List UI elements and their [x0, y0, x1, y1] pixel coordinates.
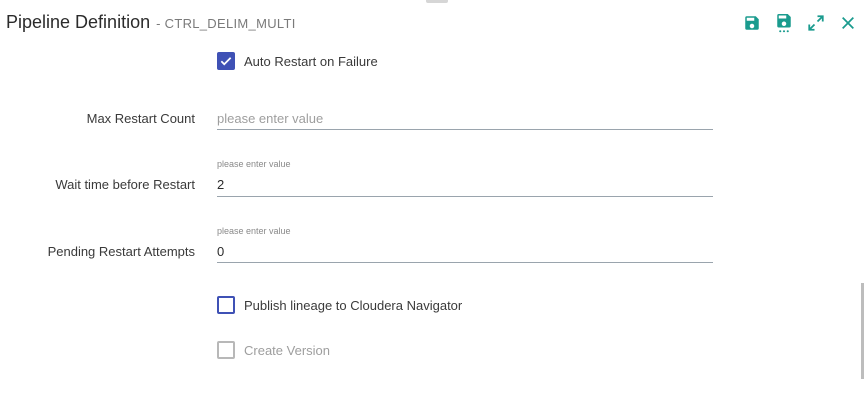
pending-restart-field: please enter value [217, 225, 713, 265]
wait-time-label: Wait time before Restart [55, 177, 195, 192]
publish-lineage-label: Publish lineage to Cloudera Navigator [244, 297, 463, 313]
publish-lineage-checkbox[interactable] [217, 296, 235, 314]
max-restart-count-label: Max Restart Count [86, 111, 195, 126]
drag-handle[interactable] [426, 0, 448, 3]
save-all-icon [777, 14, 791, 33]
max-restart-count-input[interactable] [217, 107, 713, 129]
pending-restart-label: Pending Restart Attempts [47, 244, 195, 259]
auto-restart-checkbox[interactable] [217, 52, 235, 70]
max-restart-count-underline [217, 129, 713, 130]
wait-time-input[interactable] [217, 173, 713, 195]
pending-restart-input[interactable] [217, 240, 713, 262]
expand-icon [808, 15, 824, 31]
wait-time-underline [217, 196, 713, 197]
header-toolbar [736, 10, 864, 36]
save-button[interactable] [736, 10, 768, 36]
max-restart-count-field [217, 104, 713, 132]
close-button[interactable] [832, 10, 864, 36]
expand-button[interactable] [800, 10, 832, 36]
save-all-button[interactable] [768, 10, 800, 36]
pipeline-name: - CTRL_DELIM_MULTI [156, 16, 296, 31]
wait-time-field: please enter value [217, 158, 713, 198]
create-version-label: Create Version [244, 342, 330, 358]
close-icon [842, 17, 854, 29]
save-icon [745, 16, 759, 30]
pending-restart-float-label: please enter value [217, 226, 291, 236]
wait-time-float-label: please enter value [217, 159, 291, 169]
auto-restart-option[interactable]: Auto Restart on Failure [217, 52, 378, 70]
publish-lineage-option[interactable]: Publish lineage to Cloudera Navigator [217, 296, 462, 314]
pending-restart-underline [217, 262, 713, 263]
create-version-option: Create Version [217, 341, 330, 359]
checkmark-icon [220, 57, 232, 66]
dialog-header: Pipeline Definition - CTRL_DELIM_MULTI [6, 12, 296, 40]
create-version-checkbox [217, 341, 235, 359]
auto-restart-label: Auto Restart on Failure [244, 53, 378, 69]
page-title: Pipeline Definition [6, 12, 151, 32]
